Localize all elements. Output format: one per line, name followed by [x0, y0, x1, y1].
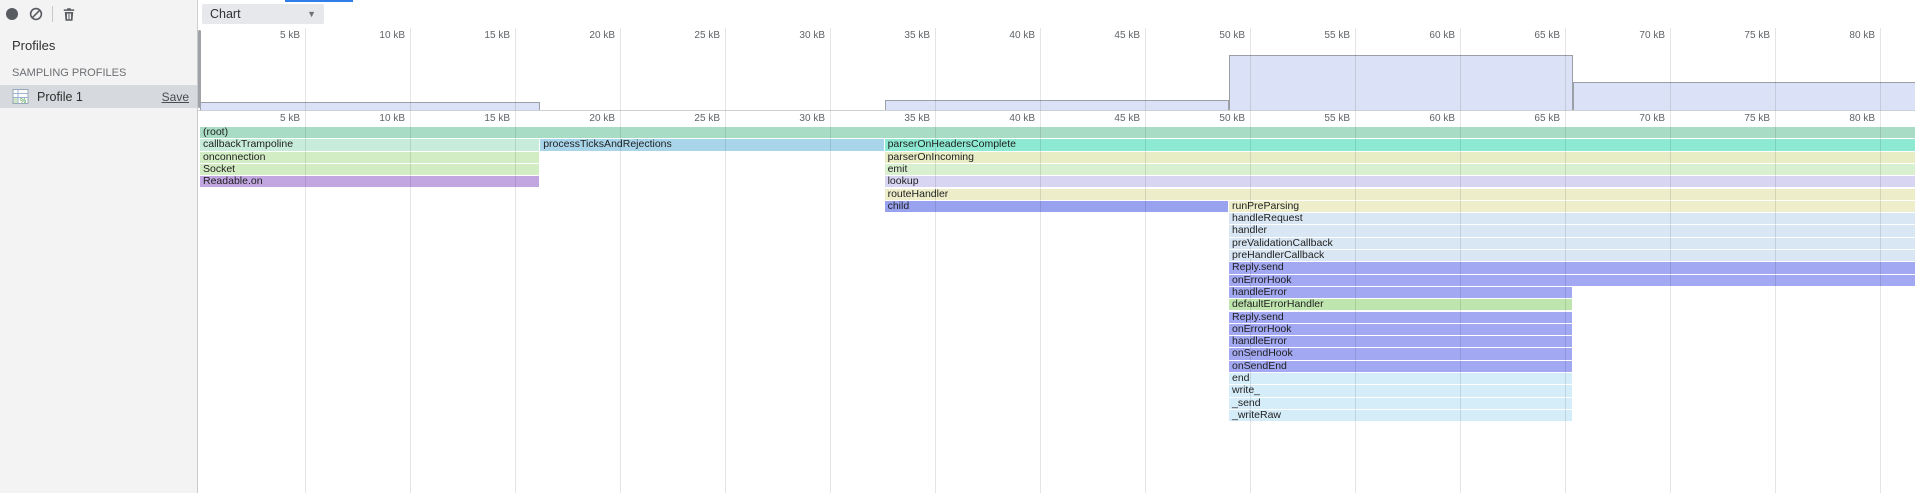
profile-name: Profile 1	[37, 90, 162, 104]
flame-frame[interactable]: preValidationCallback	[1229, 238, 1915, 249]
panel-accent-bar	[285, 0, 353, 2]
flame-frame[interactable]: runPreParsing	[1229, 201, 1915, 212]
overview-area-step	[885, 100, 1229, 110]
detail-tick: 50 kB	[1219, 113, 1245, 124]
flame-frame[interactable]: onSendEnd	[1229, 361, 1572, 372]
flame-frame[interactable]: child	[885, 201, 1228, 212]
detail-tick: 20 kB	[589, 113, 615, 124]
overview-area-chart[interactable]	[198, 28, 1915, 111]
trash-icon	[62, 7, 76, 22]
overview-area-step	[200, 102, 540, 110]
flame-frame[interactable]: handleError	[1229, 336, 1572, 347]
detail-tick: 80 kB	[1849, 113, 1875, 124]
record-button[interactable]	[0, 2, 24, 26]
detail-tick: 60 kB	[1429, 113, 1455, 124]
toolbar-separator	[52, 6, 53, 22]
toolbar: Chart ▼	[0, 0, 1915, 29]
flame-frame[interactable]: handler	[1229, 225, 1915, 236]
flame-frame[interactable]: parserOnHeadersComplete	[885, 139, 1915, 150]
flame-frame[interactable]: write_	[1229, 385, 1572, 396]
detail-tick: 40 kB	[1009, 113, 1035, 124]
profile-icon: %	[12, 88, 29, 105]
sidebar-item-profile-1[interactable]: % Profile 1 Save	[0, 85, 197, 108]
detail-tick: 65 kB	[1534, 113, 1560, 124]
flame-frame[interactable]: defaultErrorHandler	[1229, 299, 1572, 310]
flame-frame[interactable]: onSendHook	[1229, 348, 1572, 359]
chevron-down-icon: ▼	[307, 9, 316, 19]
detail-tick: 10 kB	[379, 113, 405, 124]
detail-ruler: 5 kB 10 kB 15 kB 20 kB 25 kB 30 kB 35 kB 40 kB 4…	[198, 111, 1915, 125]
toolbar-left	[0, 0, 198, 28]
flame-frame[interactable]: handleRequest	[1229, 213, 1915, 224]
detail-tick: 75 kB	[1744, 113, 1770, 124]
flame-frame[interactable]: onErrorHook	[1229, 324, 1572, 335]
chart-pane: 5 kB 10 kB 15 kB 20 kB 25 kB 30 kB 35 kB 40 kB 4…	[197, 28, 1915, 493]
chart-view-select-value: Chart	[210, 7, 241, 21]
chart-view-select[interactable]: Chart ▼	[202, 4, 324, 24]
flame-frame[interactable]: end	[1229, 373, 1572, 384]
detail-tick: 30 kB	[799, 113, 825, 124]
flame-chart: (root)callbackTrampolineprocessTicksAndR…	[198, 127, 1915, 493]
detail-tick: 45 kB	[1114, 113, 1140, 124]
flame-frame[interactable]: Readable.on	[200, 176, 539, 187]
detail-tick: 15 kB	[484, 113, 510, 124]
detail-tick: 35 kB	[904, 113, 930, 124]
profiles-heading: Profiles	[0, 28, 197, 59]
svg-text:%: %	[20, 98, 26, 105]
detail-tick: 5 kB	[280, 113, 300, 124]
memory-profiler-panel: Chart ▼ Profiles SAMPLING PROFILES % Pro…	[0, 0, 1915, 493]
clear-button[interactable]	[24, 2, 48, 26]
flame-frame[interactable]: _writeRaw	[1229, 410, 1572, 421]
detail-tick: 25 kB	[694, 113, 720, 124]
flame-frame[interactable]: preHandlerCallback	[1229, 250, 1915, 261]
flame-frame[interactable]: processTicksAndRejections	[540, 139, 883, 150]
flame-frame[interactable]: routeHandler	[885, 189, 1915, 200]
clear-icon	[29, 7, 43, 21]
flame-frame[interactable]: lookup	[885, 176, 1915, 187]
flame-frame[interactable]: onconnection	[200, 152, 539, 163]
flame-frame[interactable]: Reply.send	[1229, 312, 1572, 323]
detail-tick: 55 kB	[1324, 113, 1350, 124]
flame-frame[interactable]: parserOnIncoming	[885, 152, 1915, 163]
flame-frame[interactable]: handleError	[1229, 287, 1572, 298]
flame-frame[interactable]: onErrorHook	[1229, 275, 1915, 286]
record-icon	[6, 8, 18, 20]
flame-frame[interactable]: Socket	[200, 164, 539, 175]
flame-frame[interactable]: emit	[885, 164, 1915, 175]
flame-frame[interactable]: (root)	[200, 127, 1915, 138]
save-profile-link[interactable]: Save	[162, 90, 189, 104]
flame-frame[interactable]: Reply.send	[1229, 262, 1915, 273]
sidebar: Profiles SAMPLING PROFILES % Profile 1 S…	[0, 28, 197, 493]
detail-tick: 70 kB	[1639, 113, 1665, 124]
overview-area-step	[1573, 82, 1915, 110]
overview-area-step	[1229, 55, 1573, 110]
delete-profile-button[interactable]	[57, 2, 81, 26]
vertical-scrollbar[interactable]	[198, 30, 201, 108]
flame-frame[interactable]: callbackTrampoline	[200, 139, 539, 150]
flame-frame[interactable]: _send	[1229, 398, 1572, 409]
sampling-profiles-heading: SAMPLING PROFILES	[0, 59, 197, 85]
